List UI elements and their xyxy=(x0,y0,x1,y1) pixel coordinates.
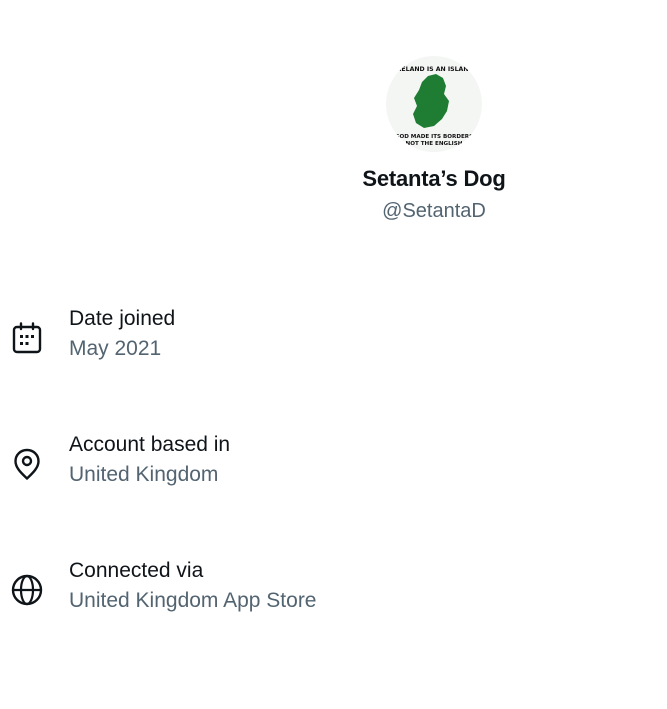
account-based-in-label: Account based in xyxy=(69,433,231,456)
avatar-text-top: IRELAND IS AN ISLAND xyxy=(394,66,473,73)
avatar-text-bottom-1: GOD MADE ITS BORDERS xyxy=(395,134,473,140)
avatar-image: IRELAND IS AN ISLAND GOD MADE ITS BORDER… xyxy=(386,56,482,152)
calendar-icon xyxy=(10,321,44,355)
info-row-date-joined: Date joined May 2021 xyxy=(0,307,667,367)
profile-handle: @SetantaD xyxy=(382,200,486,222)
avatar-text-bottom-2: NOT THE ENGLISH xyxy=(406,141,463,147)
location-pin-icon xyxy=(10,447,44,481)
connected-via-value: United Kingdom App Store xyxy=(69,589,317,612)
info-row-account-based-in: Account based in United Kingdom xyxy=(0,433,667,493)
date-joined-value: May 2021 xyxy=(69,337,162,360)
connected-via-label: Connected via xyxy=(69,559,204,582)
date-joined-label: Date joined xyxy=(69,307,176,330)
account-based-in-value: United Kingdom xyxy=(69,463,219,486)
globe-icon xyxy=(10,573,44,607)
profile-avatar[interactable]: IRELAND IS AN ISLAND GOD MADE ITS BORDER… xyxy=(386,56,482,152)
profile-display-name: Setanta’s Dog xyxy=(362,166,506,191)
info-row-connected-via: Connected via United Kingdom App Store xyxy=(0,559,667,619)
